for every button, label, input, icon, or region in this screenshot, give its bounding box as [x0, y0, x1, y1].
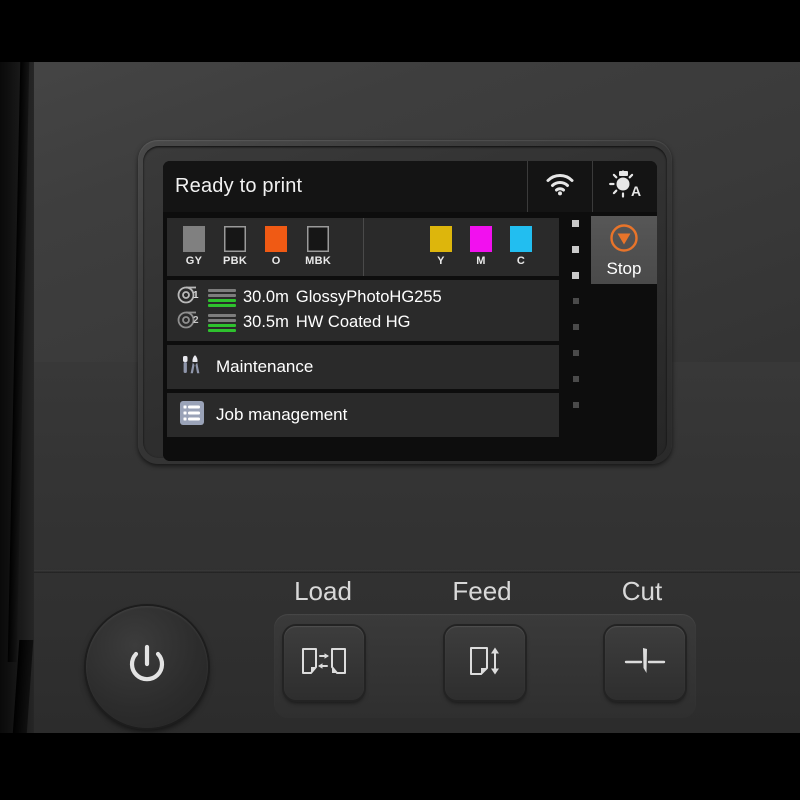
rail-dot — [573, 402, 579, 408]
rail-dot — [573, 376, 579, 382]
menu-item-job-management[interactable]: Job management — [167, 393, 559, 437]
cut-button-label: Cut — [621, 576, 663, 606]
bottom-letterbox — [0, 733, 800, 800]
roll-2-icon: 2 — [177, 310, 201, 335]
stop-icon — [609, 223, 639, 258]
media-type: HW Coated HG — [295, 313, 411, 331]
media-status-block[interactable]: 1 30.0m GlossyPhotoHG255 2 30.5m HW Coat… — [167, 280, 559, 341]
ink-cartridge[interactable]: GY — [183, 226, 205, 267]
display-bezel-inner: Ready to print A GY PBK O MBK Y M C 1 30… — [143, 146, 667, 461]
ink-group-right: Y M C — [364, 218, 559, 276]
ink-cartridge[interactable]: O — [265, 226, 288, 267]
display-bezel: Ready to print A GY PBK O MBK Y M C 1 30… — [138, 140, 672, 464]
ink-swatch — [224, 226, 247, 252]
lcd-content-column: GY PBK O MBK Y M C 1 30.0m GlossyPhotoHG… — [163, 218, 563, 437]
power-button[interactable] — [86, 606, 208, 728]
rail-dot — [573, 350, 579, 356]
status-text: Ready to print — [175, 175, 303, 197]
svg-text:1: 1 — [193, 290, 199, 301]
media-row[interactable]: 1 30.0m GlossyPhotoHG255 — [167, 285, 559, 310]
rail-dot — [572, 272, 579, 279]
rail-dot — [572, 246, 579, 253]
ink-cartridge[interactable]: C — [510, 226, 532, 267]
ink-label: Y — [437, 255, 445, 267]
ink-cartridge[interactable]: M — [470, 226, 492, 267]
ink-swatch — [265, 226, 288, 252]
wifi-status-button[interactable] — [528, 161, 593, 212]
roll-1-icon: 1 — [177, 285, 201, 310]
top-letterbox — [0, 0, 800, 62]
media-type: GlossyPhotoHG255 — [295, 288, 442, 306]
media-level-bars — [208, 288, 236, 307]
stop-button[interactable]: Stop — [591, 216, 657, 284]
lcd-main: GY PBK O MBK Y M C 1 30.0m GlossyPhotoHG… — [163, 212, 657, 461]
cut-button[interactable] — [605, 626, 685, 700]
load-button-label: Load — [294, 576, 352, 606]
tools-icon — [179, 352, 205, 383]
lamp-auto-button[interactable]: A — [593, 161, 657, 212]
rail-dot — [573, 324, 579, 330]
ink-label: PBK — [223, 255, 248, 267]
media-level-bars — [208, 313, 236, 332]
ink-label: M — [476, 255, 486, 267]
svg-text:2: 2 — [193, 315, 199, 326]
media-length: 30.5m — [243, 313, 289, 331]
ink-swatch — [430, 226, 452, 252]
ink-label: GY — [185, 255, 203, 267]
feed-button-label: Feed — [452, 576, 512, 606]
lcd-screen[interactable]: Ready to print A GY PBK O MBK Y M C 1 30… — [163, 161, 657, 461]
body-seam — [0, 570, 800, 573]
feed-button[interactable] — [445, 626, 525, 700]
ink-cartridge[interactable]: MBK — [305, 226, 331, 267]
stop-button-label: Stop — [606, 259, 642, 278]
load-button[interactable] — [284, 626, 364, 700]
ink-group-left: GY PBK O MBK — [167, 218, 364, 276]
lamp-auto-icon: A — [607, 169, 643, 204]
ink-swatch — [470, 226, 492, 252]
media-row[interactable]: 2 30.5m HW Coated HG — [167, 310, 559, 335]
rail-dot — [573, 298, 579, 304]
wifi-icon — [545, 172, 575, 201]
menu-item-label: Maintenance — [216, 357, 314, 376]
ink-label: C — [516, 255, 526, 267]
list-icon — [179, 400, 205, 431]
scroll-rail[interactable] — [567, 216, 589, 451]
menu-item-maintenance[interactable]: Maintenance — [167, 345, 559, 389]
load-media-icon — [300, 644, 348, 683]
printer-control-panel: Ready to print A GY PBK O MBK Y M C 1 30… — [0, 0, 800, 800]
ink-cartridge[interactable]: Y — [430, 226, 452, 267]
power-icon — [120, 638, 174, 697]
ink-cartridge[interactable]: PBK — [223, 226, 247, 267]
ink-label: O — [271, 255, 281, 267]
status-bar[interactable]: Ready to print — [163, 161, 528, 212]
ink-swatch — [307, 226, 330, 252]
feed-media-icon — [463, 644, 507, 683]
menu-item-label: Job management — [216, 405, 348, 424]
ink-swatch — [510, 226, 532, 252]
svg-text:A: A — [631, 183, 641, 199]
rail-dot — [572, 220, 579, 227]
media-button-strip — [274, 614, 696, 718]
media-length: 30.0m — [243, 288, 289, 306]
ink-swatch — [183, 226, 205, 252]
lcd-header: Ready to print A — [163, 161, 657, 212]
ink-label: MBK — [305, 255, 332, 267]
cut-media-icon — [621, 644, 669, 683]
ink-status-row[interactable]: GY PBK O MBK Y M C — [167, 218, 559, 276]
